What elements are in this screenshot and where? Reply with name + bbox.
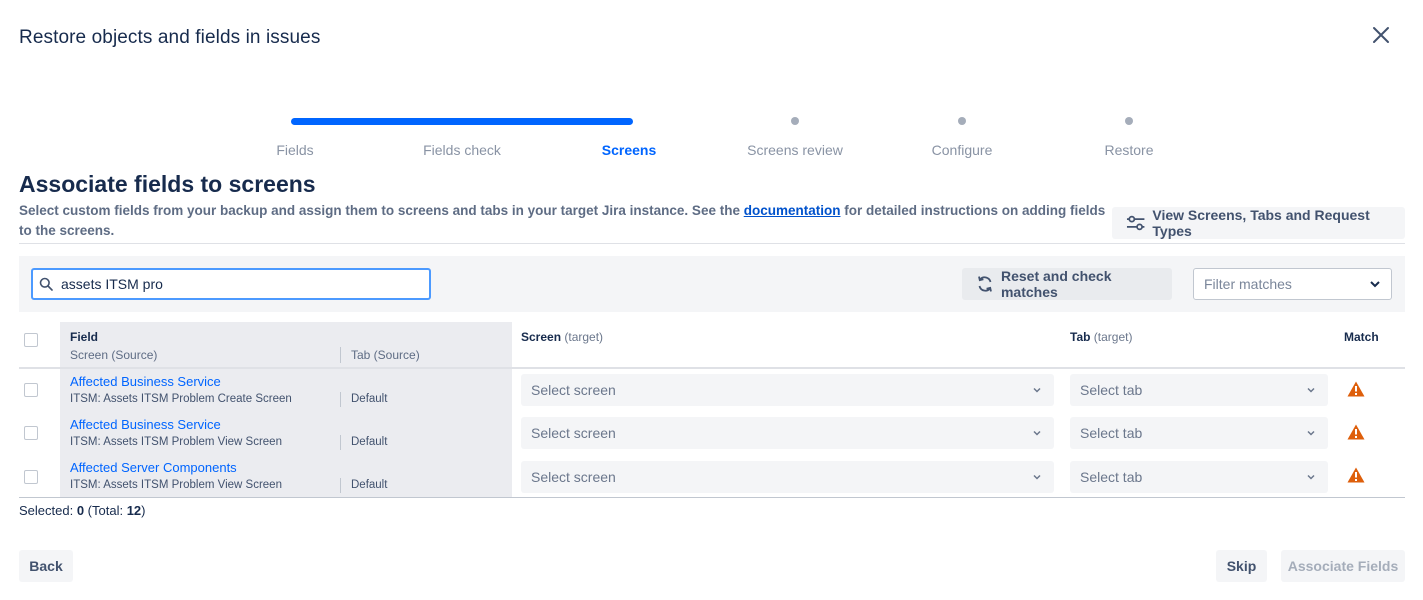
view-screens-button[interactable]: View Screens, Tabs and Request Types [1112,207,1405,239]
select-all-checkbox[interactable] [24,333,38,347]
view-screens-label: View Screens, Tabs and Request Types [1152,207,1370,239]
description-text: Select custom fields from your backup an… [19,203,744,218]
modal-title: Restore objects and fields in issues [19,27,321,48]
chevron-down-icon [1033,387,1041,393]
close-icon [1373,27,1389,43]
close-button[interactable] [1368,22,1394,48]
table-bottom-divider [19,497,1405,498]
warning-icon [1347,381,1365,397]
row-separator [340,478,341,493]
filter-matches-select[interactable]: Filter matches [1193,268,1392,300]
header-field: Field [70,330,99,344]
section-description: Select custom fields from your backup an… [19,201,1109,241]
header-separator [340,347,341,363]
header-screen-source: Screen (Source) [70,348,158,362]
source-screen: ITSM: Assets ITSM Problem View Screen [70,436,282,448]
section-title: Associate fields to screens [19,171,316,197]
close-paren: ) [141,503,146,518]
step-dot-screens-review [791,117,799,125]
chevron-down-icon [1307,430,1315,436]
source-tab: Default [351,436,388,448]
screen-select[interactable]: Select screen [521,417,1054,449]
toolbar: Reset and check matches Filter matches [19,256,1405,312]
field-link[interactable]: Affected Server Components [70,460,237,475]
header-screen-target: Screen (target) [521,330,603,344]
chevron-down-icon [1033,474,1041,480]
source-screen: ITSM: Assets ITSM Problem View Screen [70,479,282,491]
step-dot-configure [958,117,966,125]
header-match: Match [1344,330,1379,344]
skip-button[interactable]: Skip [1216,550,1267,582]
row-checkbox[interactable] [24,426,38,440]
total-count: 12 [126,503,142,518]
step-fields: Fields [276,142,314,158]
selection-summary: Selected: 0 (Total: 12) [19,503,146,518]
total-label: (Total: [84,503,127,518]
chevron-down-icon [1307,387,1315,393]
header-screen-target-suffix: (target) [564,330,604,344]
header-divider [19,367,1405,369]
search-input[interactable] [61,276,401,292]
header-tab-target: Tab (target) [1070,330,1132,344]
row-checkbox[interactable] [24,383,38,397]
reset-check-matches-button[interactable]: Reset and check matches [962,268,1172,300]
chevron-down-icon [1370,281,1380,288]
screen-select-placeholder: Select screen [531,469,616,485]
tab-select[interactable]: Select tab [1070,374,1328,406]
filter-placeholder: Filter matches [1204,276,1292,292]
tab-select[interactable]: Select tab [1070,417,1328,449]
sliders-icon [1126,215,1145,231]
associate-fields-button[interactable]: Associate Fields [1281,550,1405,582]
step-fields-check: Fields check [423,142,501,158]
screen-select-placeholder: Select screen [531,425,616,441]
step-restore: Restore [1104,142,1154,158]
row-checkbox[interactable] [24,470,38,484]
selected-label: Selected: [19,503,77,518]
tab-select-placeholder: Select tab [1080,382,1143,398]
field-link[interactable]: Affected Business Service [70,374,221,389]
progress-bar [291,118,633,125]
step-screens: Screens [601,142,657,158]
header-tab-target-label: Tab [1070,330,1091,344]
reset-label: Reset and check matches [1000,268,1112,300]
search-box[interactable] [31,268,431,300]
selected-count: 0 [76,503,85,518]
header-tab-target-suffix: (target) [1093,330,1133,344]
row-separator [340,435,341,450]
divider [19,243,1405,244]
chevron-down-icon [1307,474,1315,480]
warning-icon [1347,467,1365,483]
chevron-down-icon [1033,430,1041,436]
screen-select[interactable]: Select screen [521,374,1054,406]
field-link[interactable]: Affected Business Service [70,417,221,432]
tab-select-placeholder: Select tab [1080,425,1143,441]
back-button[interactable]: Back [19,550,73,582]
source-screen: ITSM: Assets ITSM Problem Create Screen [70,393,292,405]
progress-tracker: Fields Fields check Screens Screens revi… [0,110,1423,160]
warning-icon [1347,424,1365,440]
source-tab: Default [351,393,388,405]
header-screen-target-label: Screen [521,330,562,344]
tab-select-placeholder: Select tab [1080,469,1143,485]
tab-select[interactable]: Select tab [1070,461,1328,493]
step-configure: Configure [931,142,993,158]
screen-select[interactable]: Select screen [521,461,1054,493]
row-separator [340,392,341,407]
step-dot-restore [1125,117,1133,125]
refresh-icon [978,276,992,292]
step-screens-review: Screens review [747,142,843,158]
header-tab-source: Tab (Source) [351,348,420,362]
screen-select-placeholder: Select screen [531,382,616,398]
search-icon [39,277,53,291]
documentation-link[interactable]: documentation [744,203,841,218]
source-tab: Default [351,479,388,491]
